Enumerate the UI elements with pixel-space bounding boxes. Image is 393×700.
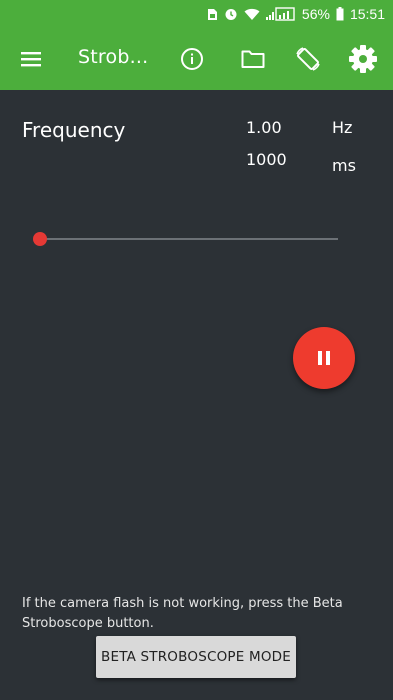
battery-percent: 56% [301, 6, 330, 22]
info-icon[interactable] [175, 42, 209, 76]
beta-stroboscope-button[interactable]: BETA STROBOSCOPE MODE [96, 636, 296, 678]
frequency-label: Frequency [22, 118, 126, 142]
slider-thumb[interactable] [33, 232, 47, 246]
camera-flash-hint: If the camera flash is not working, pres… [22, 596, 343, 631]
slider-track [40, 238, 338, 240]
app-toolbar: Strob... [0, 28, 393, 90]
alarm-icon [224, 7, 238, 21]
folder-icon[interactable] [236, 42, 270, 76]
frequency-slider[interactable] [32, 229, 340, 249]
screen-rotation-icon[interactable] [291, 42, 325, 76]
frequency-value: 1.00 [246, 118, 282, 137]
menu-icon[interactable] [14, 42, 48, 76]
settings-icon[interactable] [346, 42, 380, 76]
period-value: 1000 [246, 150, 287, 169]
period-unit: ms [332, 156, 356, 175]
pause-icon [318, 351, 330, 365]
signal-icon [265, 7, 296, 21]
status-bar: 56% 15:51 [0, 0, 393, 28]
status-time: 15:51 [349, 6, 385, 22]
toolbar-title: Strob... [78, 46, 149, 68]
wifi-icon [244, 8, 260, 21]
battery-icon [336, 7, 344, 21]
pause-button[interactable] [293, 327, 355, 389]
frequency-unit: Hz [332, 118, 353, 137]
sim-icon [207, 8, 218, 21]
